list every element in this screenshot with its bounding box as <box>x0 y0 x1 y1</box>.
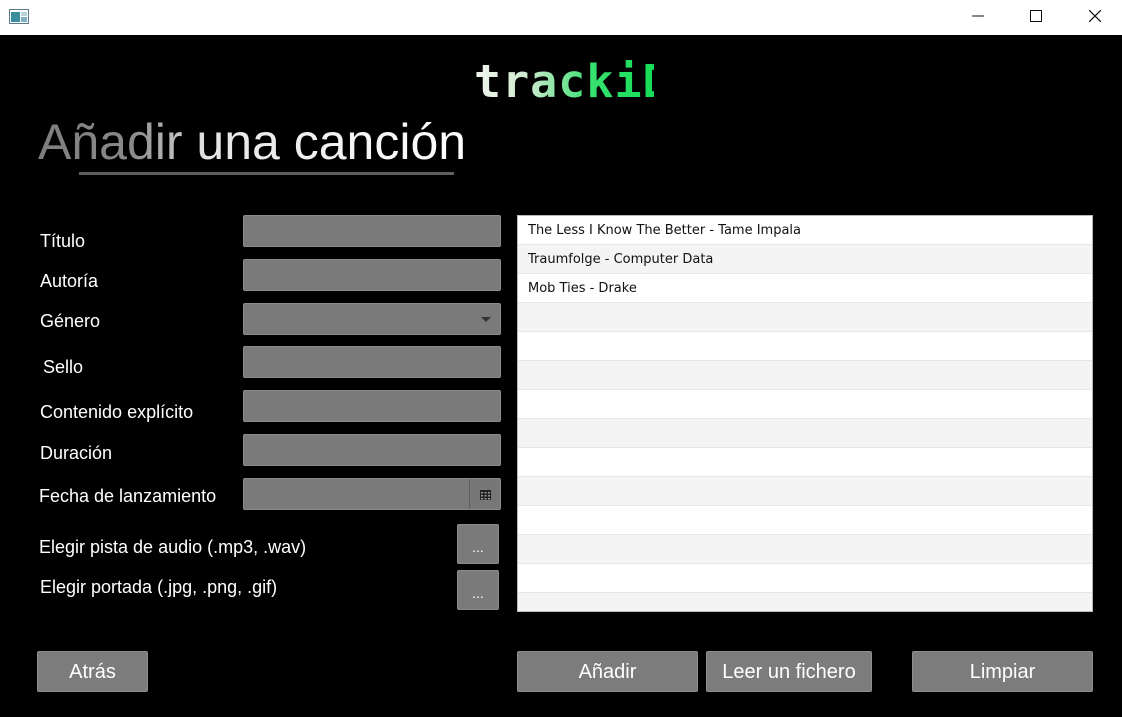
autoria-input[interactable] <box>244 260 500 290</box>
list-item[interactable] <box>518 564 1092 593</box>
explicito-input[interactable] <box>244 391 500 421</box>
list-item[interactable] <box>518 390 1092 419</box>
audio-label: Elegir pista de audio (.mp3, .wav) <box>39 537 307 557</box>
list-item[interactable] <box>518 506 1092 535</box>
list-item[interactable] <box>518 593 1092 611</box>
list-item[interactable] <box>518 303 1092 332</box>
leer-fichero-button[interactable]: Leer un fichero <box>706 651 872 692</box>
explicito-label: Contenido explícito <box>40 402 194 422</box>
chevron-down-icon <box>481 317 491 322</box>
maximize-button[interactable] <box>1013 0 1059 32</box>
anadir-button[interactable]: Añadir <box>517 651 698 692</box>
fecha-picker[interactable] <box>243 478 501 510</box>
sello-label: Sello <box>43 357 84 377</box>
logo-container: trackiD <box>474 55 671 109</box>
limpiar-button[interactable]: Limpiar <box>912 651 1093 692</box>
portada-label: Elegir portada (.jpg, .png, .gif) <box>40 577 278 597</box>
sello-input[interactable] <box>244 347 500 377</box>
minimize-button[interactable] <box>955 0 1001 32</box>
close-icon <box>1089 10 1101 22</box>
song-list[interactable]: The Less I Know The Better - Tame Impala… <box>517 215 1093 612</box>
app-logo: trackiD <box>474 55 671 108</box>
explicito-field[interactable] <box>243 390 501 422</box>
list-item[interactable] <box>518 448 1092 477</box>
titulo-label: Título <box>40 231 86 251</box>
autoria-field[interactable] <box>243 259 501 291</box>
list-item[interactable] <box>518 477 1092 506</box>
duracion-label: Duración <box>40 443 113 463</box>
atras-button[interactable]: Atrás <box>37 651 148 692</box>
maximize-icon <box>1030 10 1042 22</box>
list-item[interactable]: Traumfolge - Computer Data <box>518 245 1092 274</box>
close-button[interactable] <box>1072 0 1118 32</box>
page-title: Añadir una canción <box>38 114 467 170</box>
titulo-field[interactable] <box>243 215 501 247</box>
genero-label: Género <box>40 311 101 331</box>
app-icon <box>9 9 29 24</box>
duracion-input[interactable] <box>244 435 500 465</box>
fecha-label: Fecha de lanzamiento <box>39 486 217 506</box>
list-item[interactable] <box>518 361 1092 390</box>
audio-browse-button[interactable]: ... <box>457 524 499 564</box>
autoria-label: Autoría <box>40 271 99 291</box>
minimize-icon <box>972 10 984 22</box>
window-titlebar <box>0 0 1122 35</box>
list-item[interactable] <box>518 419 1092 448</box>
duracion-field[interactable] <box>243 434 501 466</box>
sello-field[interactable] <box>243 346 501 378</box>
list-item[interactable]: Mob Ties - Drake <box>518 274 1092 303</box>
genero-select[interactable] <box>243 303 501 335</box>
fecha-input[interactable] <box>244 479 470 509</box>
portada-browse-button[interactable]: ... <box>457 570 499 610</box>
main-content: trackiD Añadir una canción Título Autorí… <box>0 35 1122 717</box>
list-item[interactable] <box>518 535 1092 564</box>
title-underline <box>79 172 454 175</box>
calendar-icon <box>479 485 491 504</box>
titulo-input[interactable] <box>244 216 500 246</box>
list-item[interactable] <box>518 332 1092 361</box>
list-item[interactable]: The Less I Know The Better - Tame Impala <box>518 216 1092 245</box>
calendar-button[interactable] <box>469 479 500 509</box>
